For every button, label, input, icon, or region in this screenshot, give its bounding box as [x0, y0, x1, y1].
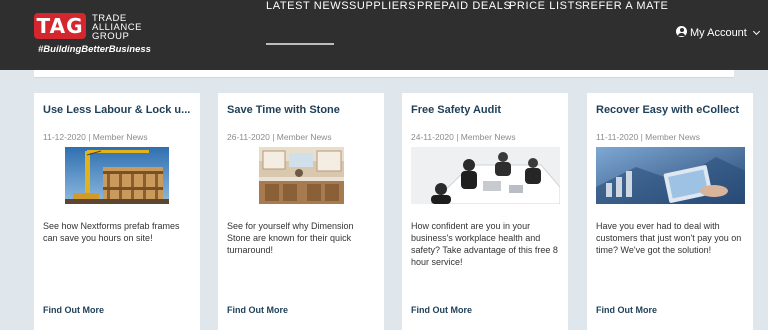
news-card[interactable]: Save Time with Stone 26-11-2020 | Member…	[218, 93, 384, 330]
news-card[interactable]: Use Less Labour & Lock u... 11-12-2020 |…	[34, 93, 200, 330]
card-meta: 11-12-2020 | Member News	[43, 132, 148, 142]
meeting-table-image[interactable]	[411, 147, 560, 204]
card-description: Have you ever had to deal with customers…	[596, 221, 742, 255]
find-out-more-link[interactable]: Find Out More	[411, 305, 472, 315]
nav-latest-news[interactable]: LATEST NEWS	[266, 0, 349, 12]
chevron-down-icon	[752, 27, 760, 36]
active-nav-underline	[266, 43, 334, 45]
tablet-business-image[interactable]	[596, 147, 745, 204]
card-title[interactable]: Recover Easy with eCollect	[596, 104, 739, 116]
site-header: TAG TRADE ALLIANCE GROUP #BuildingBetter…	[0, 0, 768, 70]
card-meta: 26-11-2020 | Member News	[227, 132, 332, 142]
logo-badge-text: TAG	[36, 14, 84, 38]
card-description: How confident are you in your business's…	[411, 221, 558, 267]
nav-refer-a-mate[interactable]: REFER A MATE	[582, 0, 668, 12]
tag-logo[interactable]: TAG TRADE ALLIANCE GROUP #BuildingBetter…	[34, 13, 164, 57]
news-card[interactable]: Recover Easy with eCollect 11-11-2020 | …	[587, 93, 753, 330]
find-out-more-link[interactable]: Find Out More	[596, 305, 657, 315]
user-circle-icon	[676, 26, 687, 37]
content-top-strip	[34, 70, 734, 78]
card-meta: 24-11-2020 | Member News	[411, 132, 516, 142]
logo-name-line-3: GROUP	[92, 31, 130, 42]
card-description: See how Nextforms prefab frames can save…	[43, 221, 180, 243]
find-out-more-link[interactable]: Find Out More	[43, 305, 104, 315]
my-account-label: My Account	[690, 27, 747, 39]
card-title[interactable]: Save Time with Stone	[227, 104, 340, 116]
logo-tagline: #BuildingBetterBusiness	[38, 44, 151, 55]
card-title[interactable]: Free Safety Audit	[411, 104, 501, 116]
news-card[interactable]: Free Safety Audit 24-11-2020 | Member Ne…	[402, 93, 568, 330]
nav-prepaid-deals[interactable]: PREPAID DEALS	[417, 0, 511, 12]
card-title[interactable]: Use Less Labour & Lock u...	[43, 104, 190, 116]
find-out-more-link[interactable]: Find Out More	[227, 305, 288, 315]
card-description: See for yourself why Dimension Stone are…	[227, 221, 354, 255]
construction-crane-image[interactable]	[65, 147, 169, 204]
nav-suppliers[interactable]: SUPPLIERS	[349, 0, 416, 12]
my-account-menu[interactable]: My Account	[676, 26, 760, 39]
kitchen-image[interactable]	[259, 147, 344, 204]
nav-price-lists[interactable]: PRICE LISTS	[509, 0, 583, 12]
logo-name: TRADE ALLIANCE GROUP	[92, 14, 172, 42]
card-meta: 11-11-2020 | Member News	[596, 132, 700, 142]
